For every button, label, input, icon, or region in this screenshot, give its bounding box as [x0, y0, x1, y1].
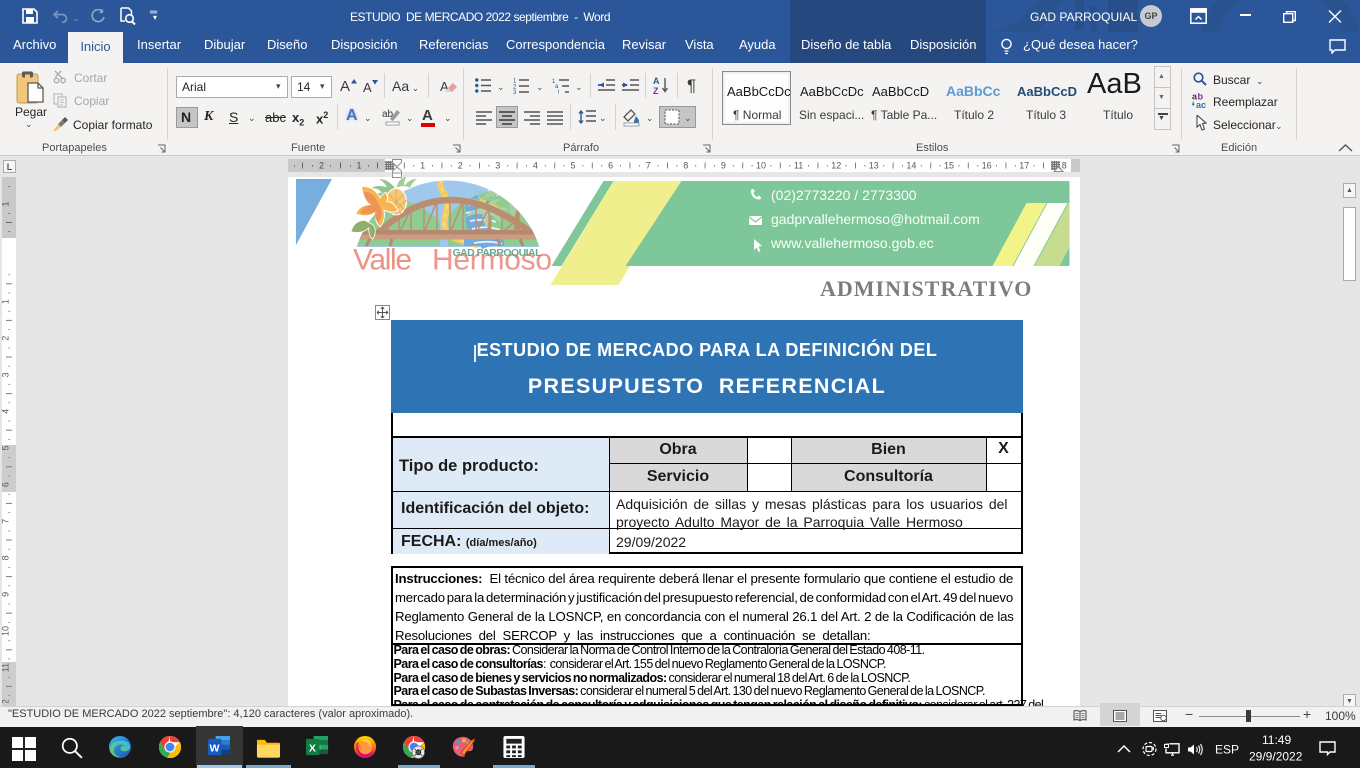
svg-text:3: 3	[495, 161, 500, 171]
svg-text:11: 11	[1, 663, 11, 672]
svg-text:X: X	[309, 742, 316, 754]
svg-text:4: 4	[533, 161, 538, 171]
svg-text:6: 6	[608, 161, 613, 171]
svg-text:3: 3	[1, 372, 11, 377]
svg-text:3: 3	[513, 90, 517, 94]
svg-text:6: 6	[1, 482, 11, 487]
svg-text:10: 10	[756, 161, 766, 171]
svg-text:1: 1	[356, 161, 361, 171]
svg-text:i: i	[558, 90, 559, 95]
svg-text:13: 13	[869, 161, 879, 171]
svg-text:12: 12	[1, 699, 11, 703]
svg-text:gadprvallehermoso@hotmail.com: gadprvallehermoso@hotmail.com	[771, 211, 980, 227]
svg-text:1: 1	[1, 201, 11, 206]
svg-text:ESP: ESP	[1215, 743, 1239, 757]
svg-text:15: 15	[944, 161, 954, 171]
svg-text:GAD PARROQUIAL: GAD PARROQUIAL	[453, 247, 543, 259]
svg-text:Valle: Valle	[353, 244, 412, 277]
svg-text:1: 1	[420, 161, 425, 171]
svg-text:www.vallehermoso.gob.ec: www.vallehermoso.gob.ec	[770, 235, 934, 251]
svg-text:2: 2	[319, 161, 324, 171]
svg-text:14: 14	[906, 161, 916, 171]
svg-text:1: 1	[1, 299, 11, 304]
svg-text:5: 5	[1, 445, 11, 450]
svg-text:8: 8	[1, 555, 11, 560]
svg-text:9: 9	[1, 592, 11, 597]
svg-text:2: 2	[1, 336, 11, 341]
svg-text:(02)2773220 / 2773300: (02)2773220 / 2773300	[771, 187, 917, 203]
svg-text:17: 17	[1019, 161, 1029, 171]
svg-text:4: 4	[1, 409, 11, 414]
svg-text:7: 7	[1, 519, 11, 524]
svg-text:29/9/2022: 29/9/2022	[1249, 750, 1303, 764]
svg-text:A: A	[653, 76, 660, 86]
svg-text:8: 8	[683, 161, 688, 171]
svg-text:11: 11	[794, 161, 803, 171]
svg-text:9: 9	[721, 161, 726, 171]
svg-text:5: 5	[570, 161, 575, 171]
svg-text:12: 12	[831, 161, 841, 171]
svg-text:11:49: 11:49	[1262, 733, 1291, 747]
svg-text:ac: ac	[1196, 100, 1206, 108]
svg-text:16: 16	[982, 161, 992, 171]
svg-text:Z: Z	[653, 86, 659, 95]
svg-text:W: W	[209, 742, 219, 754]
svg-text:2: 2	[458, 161, 463, 171]
svg-text:7: 7	[646, 161, 651, 171]
svg-text:10: 10	[1, 626, 11, 636]
